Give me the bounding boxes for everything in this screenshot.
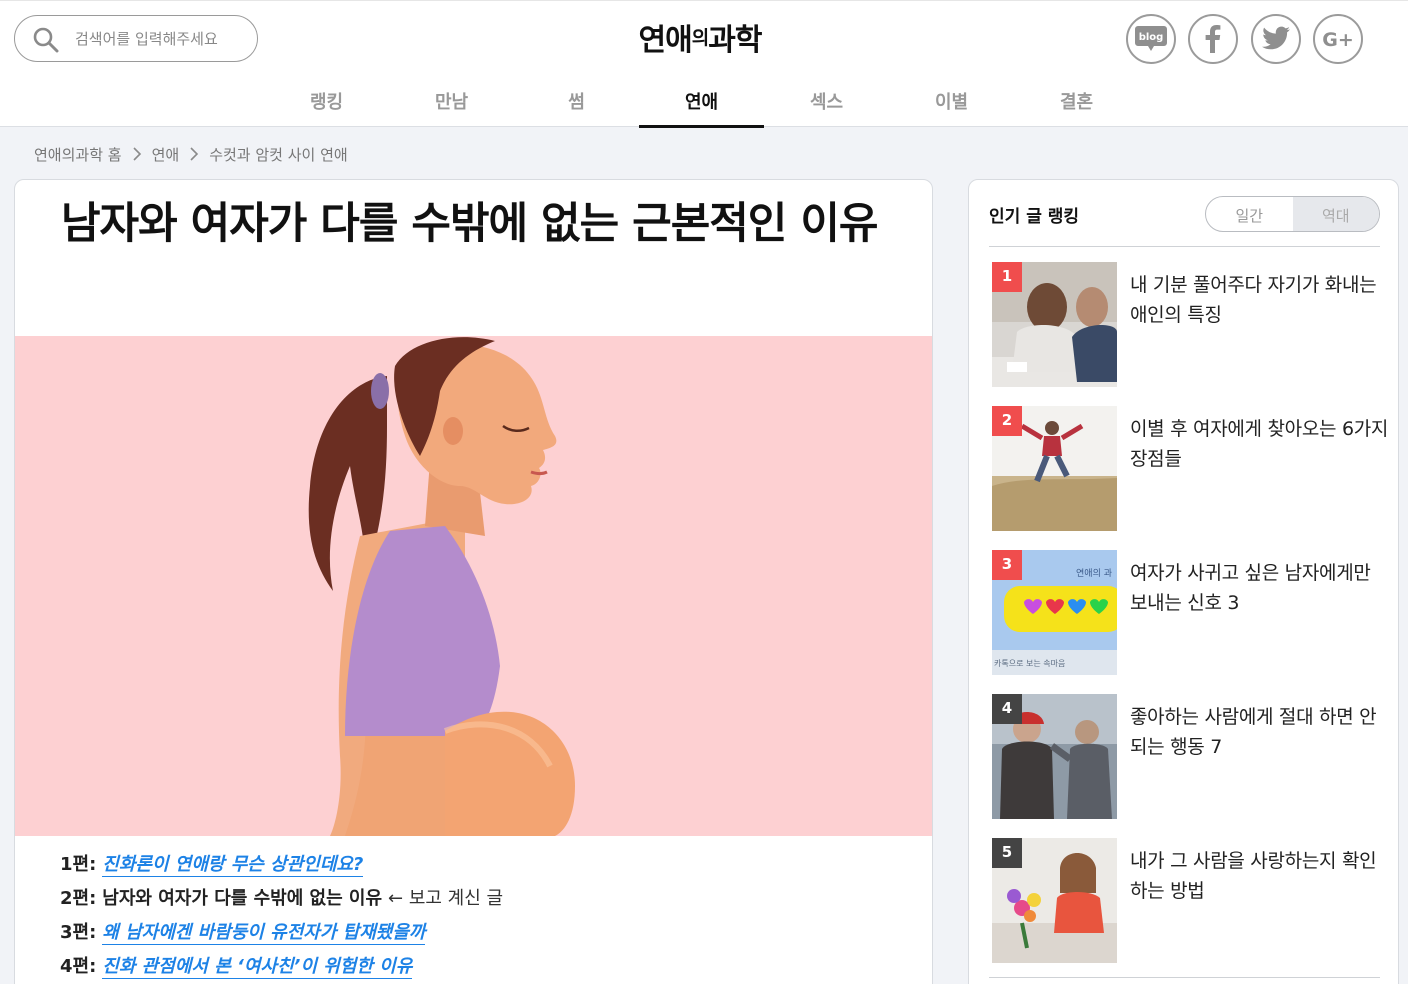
series-item: 3편: 왜 남자에겐 바람둥이 유전자가 탑재됐을까	[60, 914, 900, 948]
series-item: 1편: 진화론이 연애랑 무슨 상관인데요?	[60, 846, 900, 880]
ranking-item[interactable]: 2 이별 후 여자에게 찾아오는 6가지 장점들	[992, 406, 1388, 531]
ranking-thumbnail: 5	[992, 838, 1117, 963]
ranking-item-title: 좋아하는 사람에게 절대 하면 안 되는 행동 7	[1130, 706, 1377, 758]
tab-daily[interactable]: 일간	[1206, 197, 1293, 231]
twitter-button[interactable]	[1251, 14, 1301, 64]
ranking-item-title: 이별 후 여자에게 찾아오는 6가지 장점들	[1130, 418, 1389, 470]
ranking-item-title: 여자가 사귀고 싶은 남자에게만 보내는 신호 3	[1130, 562, 1371, 614]
breadcrumb-category[interactable]: 연애	[152, 144, 180, 165]
ranking-item[interactable]: 1 내 기분 풀어주다 자기가 화내는 애인의 특징	[992, 262, 1382, 387]
nav-item-sex[interactable]: 섹스	[764, 79, 889, 127]
site-logo[interactable]: 연애의과학	[600, 15, 800, 59]
nav-item-marriage[interactable]: 결혼	[1014, 79, 1139, 127]
nav-item-dating[interactable]: 연애	[639, 79, 764, 128]
ranking-item[interactable]: 5 내가 그 사람을 사랑하는지 확인하는 방법	[992, 838, 1382, 963]
ranking-item[interactable]: 4 좋아하는 사람에게 절대 하면 안 되는 행동 7	[992, 694, 1382, 819]
rank-badge: 3	[992, 550, 1022, 580]
ranking-title: 인기 글 랭킹	[989, 207, 1080, 227]
pregnant-woman-illustration	[15, 336, 932, 836]
rank-badge: 4	[992, 694, 1022, 724]
tab-alltime[interactable]: 역대	[1292, 197, 1379, 231]
nav-item-breakup[interactable]: 이별	[889, 79, 1014, 127]
nav-item-some[interactable]: 썸	[514, 79, 639, 127]
series-list: 1편: 진화론이 연애랑 무슨 상관인데요? 2편: 남자와 여자가 다를 수밖…	[60, 846, 900, 982]
ranking-thumbnail: 1	[992, 262, 1117, 387]
ranking-thumbnail: 2	[992, 406, 1117, 531]
series-link[interactable]: 진화론이 연애랑 무슨 상관인데요?	[102, 850, 364, 877]
google-plus-button[interactable]: G+	[1313, 14, 1363, 64]
series-link[interactable]: 왜 남자에겐 바람둥이 유전자가 탑재됐을까	[102, 918, 426, 945]
article-card: 남자와 여자가 다를 수밖에 없는 근본적인 이유 1편: 진화론이 연애랑 무…	[14, 179, 933, 984]
twitter-icon	[1262, 26, 1290, 50]
search-box[interactable]	[14, 15, 258, 62]
series-current-note: ← 보고 계신 글	[388, 888, 504, 909]
ranking-item-title: 내 기분 풀어주다 자기가 화내는 애인의 특징	[1130, 274, 1377, 326]
facebook-icon	[1205, 25, 1221, 53]
ranking-period-toggle: 일간 역대	[1205, 196, 1380, 232]
svg-text:G+: G+	[1322, 29, 1354, 51]
chevron-right-icon	[133, 147, 141, 161]
article-hero-image	[15, 336, 932, 836]
popular-ranking-panel: 인기 글 랭킹 일간 역대 1 내 기분 풀어주다 자기가 화내는 애인의 특징	[968, 179, 1399, 984]
svg-text:blog: blog	[1139, 32, 1164, 43]
search-input[interactable]	[75, 28, 251, 50]
series-link[interactable]: 진화 관점에서 본 ‘여사친’이 위험한 이유	[102, 952, 413, 979]
rank-badge: 5	[992, 838, 1022, 868]
google-plus-icon: G+	[1322, 29, 1354, 51]
nav-item-meeting[interactable]: 만남	[389, 79, 514, 127]
blog-button[interactable]: blog	[1126, 14, 1176, 64]
divider	[989, 977, 1380, 978]
ranking-thumbnail: 4	[992, 694, 1117, 819]
breadcrumb-series[interactable]: 수컷과 암컷 사이 연애	[209, 144, 348, 165]
site-header: 연애의과학 blog G+ 랭킹 만남 썸 연애 섹스 이별 결혼	[0, 0, 1408, 128]
series-item: 2편: 남자와 여자가 다를 수밖에 없는 이유 ← 보고 계신 글	[60, 880, 900, 914]
series-current: 남자와 여자가 다를 수밖에 없는 이유	[102, 888, 383, 909]
search-icon	[33, 27, 59, 53]
main-nav: 랭킹 만남 썸 연애 섹스 이별 결혼	[264, 79, 1139, 128]
ranking-item[interactable]: 연애의 과 카톡으로 보는 속마음 3 여자가 사귀고 싶은 남자에게만 보내는…	[992, 550, 1382, 675]
breadcrumb: 연애의과학 홈 연애 수컷과 암컷 사이 연애	[34, 142, 348, 166]
blog-icon: blog	[1135, 26, 1167, 51]
rank-badge: 1	[992, 262, 1022, 292]
breadcrumb-home[interactable]: 연애의과학 홈	[34, 144, 122, 165]
article-title: 남자와 여자가 다를 수밖에 없는 근본적인 이유	[61, 199, 878, 249]
svg-text:연애의 과: 연애의 과	[1076, 568, 1112, 579]
series-item: 4편: 진화 관점에서 본 ‘여사친’이 위험한 이유	[60, 948, 900, 982]
nav-item-ranking[interactable]: 랭킹	[264, 79, 389, 127]
facebook-button[interactable]	[1188, 14, 1238, 64]
svg-text:카톡으로 보는 속마음: 카톡으로 보는 속마음	[994, 659, 1065, 668]
ranking-item-title: 내가 그 사람을 사랑하는지 확인하는 방법	[1130, 850, 1377, 902]
divider	[989, 246, 1380, 247]
rank-badge: 2	[992, 406, 1022, 436]
chevron-right-icon	[190, 147, 199, 161]
ranking-thumbnail: 연애의 과 카톡으로 보는 속마음 3	[992, 550, 1117, 675]
